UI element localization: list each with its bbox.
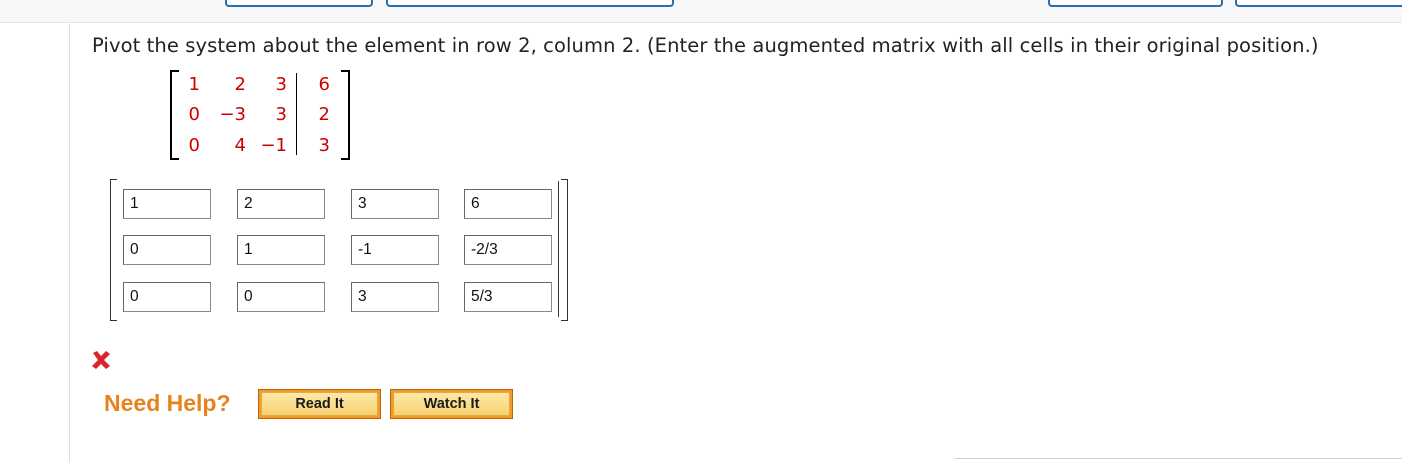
question-prompt: Pivot the system about the element in ro… [92,34,1319,57]
read-it-button[interactable]: Read It [258,389,381,419]
answer-input-r3c1[interactable]: 0 [123,282,211,312]
top-tab-4[interactable] [1235,0,1402,7]
given-cell-r2c2: −3 [219,104,246,125]
cross-icon [92,351,110,369]
given-cell-r2c4: 2 [318,104,330,125]
given-cell-r1c2: 2 [234,74,246,95]
given-cell-r2c3: 3 [275,104,287,125]
answer-input-r3c4[interactable]: 5/3 [464,282,552,312]
top-tab-3[interactable] [1048,0,1223,7]
divider [955,458,1402,459]
answer-input-r2c2[interactable]: 1 [237,235,325,265]
answer-separator [558,181,559,317]
answer-input-r2c1[interactable]: 0 [123,235,211,265]
given-cell-r1c1: 1 [188,74,200,95]
answer-input-r1c2[interactable]: 2 [237,189,325,219]
answer-input-r3c2[interactable]: 0 [237,282,325,312]
answer-input-r2c3[interactable]: -1 [351,235,439,265]
right-bracket [341,70,350,160]
top-toolbar [0,0,1402,23]
given-cell-r3c1: 0 [188,135,200,156]
given-cell-r3c2: 4 [234,135,246,156]
answer-left-bracket [110,179,117,321]
answer-matrix: 1 2 3 6 0 1 -1 -2/3 0 0 3 5/3 [110,179,568,321]
watch-it-button[interactable]: Watch It [390,389,513,419]
answer-right-bracket [561,179,568,321]
given-matrix: 1 2 3 6 0 −3 3 2 0 4 −1 3 [170,70,350,160]
watch-it-label: Watch It [393,392,510,416]
given-cell-r1c4: 6 [318,74,330,95]
need-help-label: Need Help? [104,390,231,416]
augment-separator [296,73,297,155]
answer-input-r1c3[interactable]: 3 [351,189,439,219]
given-cell-r1c3: 3 [275,74,287,95]
read-it-label: Read It [261,392,378,416]
given-cell-r2c1: 0 [188,104,200,125]
given-cell-r3c3: −1 [260,135,287,156]
top-tab-1[interactable] [225,0,373,7]
answer-input-r1c1[interactable]: 1 [123,189,211,219]
given-cell-r3c4: 3 [318,135,330,156]
top-tab-2[interactable] [386,0,674,7]
answer-input-r3c3[interactable]: 3 [351,282,439,312]
answer-input-r2c4[interactable]: -2/3 [464,235,552,265]
answer-input-r1c4[interactable]: 6 [464,189,552,219]
